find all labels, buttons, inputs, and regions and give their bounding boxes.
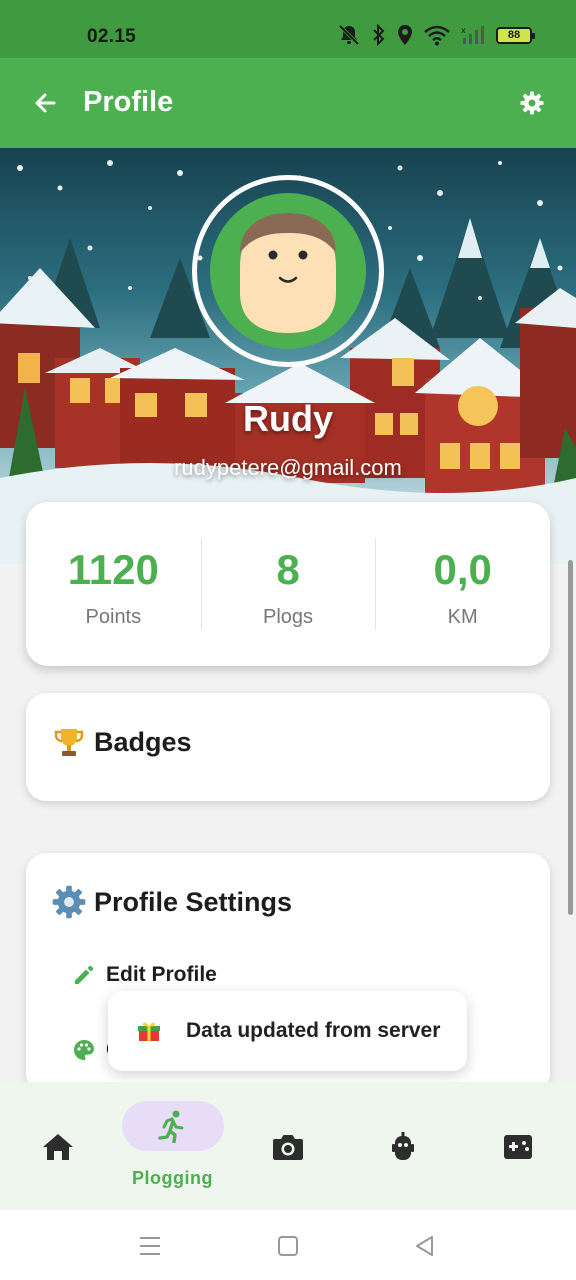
gear-icon[interactable] xyxy=(520,91,544,115)
badges-label: Badges xyxy=(94,726,192,757)
wifi-icon xyxy=(424,25,450,46)
stat-points: 1120 Points xyxy=(26,502,201,666)
nav-robot[interactable] xyxy=(345,1082,460,1210)
home-square-icon[interactable] xyxy=(276,1234,300,1258)
arrow-back-icon[interactable] xyxy=(30,88,60,118)
running-icon xyxy=(158,1110,184,1143)
battery-icon: 88 xyxy=(496,26,535,44)
svg-text:x: x xyxy=(461,26,466,35)
stat-value: 0,0 xyxy=(433,546,492,593)
app-bar: Profile xyxy=(0,58,576,148)
status-icons: x 88 xyxy=(337,24,535,46)
menu-icon[interactable] xyxy=(138,1234,162,1258)
gamepad-icon xyxy=(504,1135,532,1159)
bottom-nav: Plogging xyxy=(0,1082,576,1210)
toast-message: Data updated from server xyxy=(186,1019,441,1042)
mute-icon xyxy=(338,24,360,46)
scrollbar[interactable] xyxy=(568,560,573,915)
nav-active-indicator xyxy=(122,1101,224,1151)
pencil-icon xyxy=(75,965,94,984)
robot-icon xyxy=(392,1132,414,1160)
badges-card[interactable]: Badges xyxy=(26,693,550,801)
signal-icon: x xyxy=(461,26,484,44)
camera-icon xyxy=(273,1135,303,1160)
home-icon xyxy=(43,1134,73,1160)
stat-label: Points xyxy=(85,606,142,628)
system-nav-bar xyxy=(0,1210,576,1280)
palette-icon xyxy=(74,1040,94,1060)
avatar-face-icon xyxy=(240,213,336,333)
nav-games[interactable] xyxy=(460,1082,575,1210)
profile-email: rudypetere@gmail.com xyxy=(174,455,402,480)
badges-title: Badges xyxy=(52,725,192,759)
profile-settings-label: Profile Settings xyxy=(94,886,293,917)
stat-plogs: 8 Plogs xyxy=(200,502,376,666)
gift-icon xyxy=(138,1022,160,1041)
location-icon xyxy=(398,25,412,45)
trophy-icon xyxy=(54,729,84,756)
nav-plogging[interactable]: Plogging xyxy=(115,1082,230,1210)
gear-icon xyxy=(52,885,86,919)
stat-value: 1120 xyxy=(67,546,159,593)
profile-name: Rudy xyxy=(243,398,333,439)
profile-settings-title: Profile Settings xyxy=(52,885,292,919)
bluetooth-icon xyxy=(373,24,385,46)
status-bar: 02.15 x 88 xyxy=(0,0,576,58)
stat-km: 0,0 KM xyxy=(375,502,550,666)
edit-profile-label: Edit Profile xyxy=(106,963,217,986)
stats-card: 1120 Points 8 Plogs 0,0 KM xyxy=(26,502,550,666)
status-time: 02.15 xyxy=(87,26,137,47)
stat-value: 8 xyxy=(276,546,300,593)
back-triangle-icon[interactable] xyxy=(413,1234,437,1258)
nav-camera[interactable] xyxy=(230,1082,345,1210)
nav-home[interactable] xyxy=(0,1082,115,1210)
nav-plogging-label: Plogging xyxy=(132,1168,213,1188)
toast-notification: Data updated from server xyxy=(108,991,467,1071)
stat-label: Plogs xyxy=(262,606,314,628)
page-title: Profile xyxy=(83,86,174,118)
edit-profile-item[interactable]: Edit Profile xyxy=(72,963,217,987)
stat-label: KM xyxy=(447,606,478,628)
avatar[interactable] xyxy=(210,193,366,349)
